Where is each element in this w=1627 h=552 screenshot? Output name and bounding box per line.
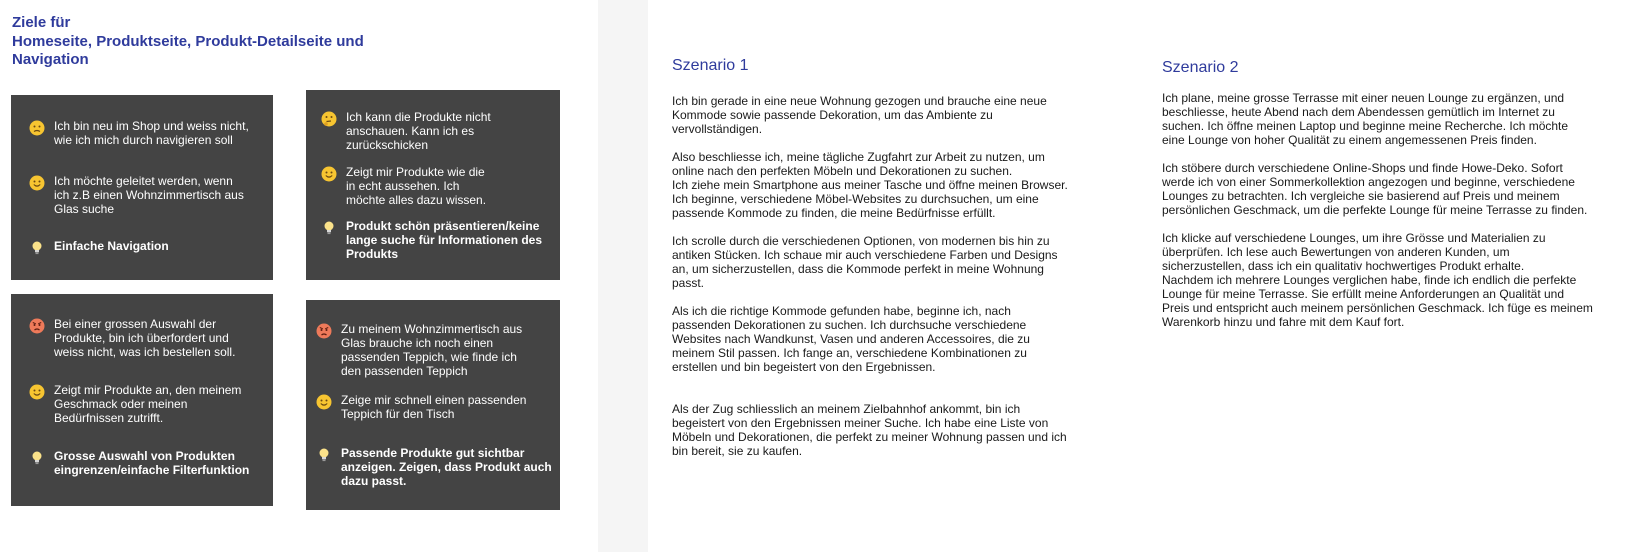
thinking-face-icon [321, 111, 337, 127]
card-item-text: Zeigt mir Produkte wie die in echt ausse… [346, 165, 487, 207]
card-item-need: Zeige mir schnell einen passenden Teppic… [316, 393, 526, 421]
sad-face-icon [29, 120, 45, 136]
card-item-problem: Zu meinem Wohnzimmertisch aus Glas brauc… [316, 322, 522, 378]
lightbulb-icon [321, 220, 337, 236]
card-item-need: Zeigt mir Produkte an, den meinem Geschm… [29, 383, 241, 425]
goals-title-line: Navigation [12, 51, 89, 68]
scenario-1-title: Szenario 1 [672, 57, 749, 74]
card-item-text: Produkt schön präsentieren/keine lange s… [346, 219, 543, 261]
card-item-text: Bei einer grossen Auswahl der Produkte, … [54, 317, 236, 359]
lightbulb-icon [29, 240, 45, 256]
lightbulb-icon [316, 447, 332, 463]
card-item-goal: Grosse Auswahl von Produkten eingrenzen/… [29, 449, 249, 477]
canvas-gap [598, 0, 648, 552]
card-item-goal: Produkt schön präsentieren/keine lange s… [321, 219, 542, 261]
scenario-paragraph: Ich plane, meine grosse Terrasse mit ein… [1162, 91, 1569, 147]
scenario-paragraph: Als ich die richtige Kommode gefunden ha… [672, 304, 1030, 374]
card-item-problem: Ich kann die Produkte nicht anschauen. K… [321, 110, 491, 152]
card-item-text: Ich bin neu im Shop und weiss nicht, wie… [54, 119, 249, 147]
card-item-problem: Bei einer grossen Auswahl der Produkte, … [29, 317, 235, 359]
smiling-face-icon [29, 175, 45, 191]
lightbulb-icon [29, 450, 45, 466]
card-item-text: Zeige mir schnell einen passenden Teppic… [341, 393, 527, 421]
scenario-paragraph: Als der Zug schliesslich an meinem Zielb… [672, 402, 1067, 458]
goals-title-line: Ziele für [12, 14, 71, 31]
card-item-goal: Einfache Navigation [29, 239, 169, 256]
scenario-2-title: Szenario 2 [1162, 59, 1239, 76]
smiling-face-icon [321, 166, 337, 182]
goal-card-matching-products: Zu meinem Wohnzimmertisch aus Glas brauc… [306, 300, 560, 510]
scenario-2-text: Ich plane, meine grosse Terrasse mit ein… [1162, 91, 1624, 329]
card-item-goal: Passende Produkte gut sichtbar anzeigen.… [316, 446, 552, 488]
card-item-text: Zeigt mir Produkte an, den meinem Geschm… [54, 383, 242, 425]
smiling-face-icon [29, 384, 45, 400]
smiling-face-icon [316, 394, 332, 410]
card-item-text: Einfache Navigation [54, 239, 169, 253]
scenario-paragraph: Also beschliesse ich, meine tägliche Zug… [672, 150, 1068, 220]
card-item-text: Zu meinem Wohnzimmertisch aus Glas brauc… [341, 322, 523, 378]
scenario-paragraph: Ich stöbere durch verschiedene Online-Sh… [1162, 161, 1588, 217]
goal-card-product-detail: Ich kann die Produkte nicht anschauen. K… [306, 90, 560, 280]
card-item-text: Passende Produkte gut sichtbar anzeigen.… [341, 446, 552, 488]
angry-face-icon [316, 323, 332, 339]
card-item-text: Ich kann die Produkte nicht anschauen. K… [346, 110, 491, 152]
card-item-problem: Ich bin neu im Shop und weiss nicht, wie… [29, 119, 249, 147]
goal-card-navigation: Ich bin neu im Shop und weiss nicht, wie… [11, 95, 273, 280]
card-item-need: Zeigt mir Produkte wie die in echt ausse… [321, 165, 486, 207]
scenario-paragraph: Ich scrolle durch die verschiedenen Opti… [672, 234, 1058, 290]
scenario-paragraph: Ich klicke auf verschiedene Lounges, um … [1162, 231, 1593, 329]
card-item-text: Ich möchte geleitet werden, wenn ich z.B… [54, 174, 244, 216]
goals-title-line: Homeseite, Produktseite, Produkt-Details… [12, 32, 364, 50]
scenario-paragraph: Ich bin gerade in eine neue Wohnung gezo… [672, 94, 1047, 136]
scenario-1-text: Ich bin gerade in eine neue Wohnung gezo… [672, 94, 1112, 458]
goals-title: Ziele für Homeseite, Produktseite, Produ… [12, 14, 412, 70]
card-item-need: Ich möchte geleitet werden, wenn ich z.B… [29, 174, 244, 216]
angry-face-icon [29, 318, 45, 334]
goal-card-filter: Bei einer grossen Auswahl der Produkte, … [11, 294, 273, 506]
card-item-text: Grosse Auswahl von Produkten eingrenzen/… [54, 449, 250, 477]
